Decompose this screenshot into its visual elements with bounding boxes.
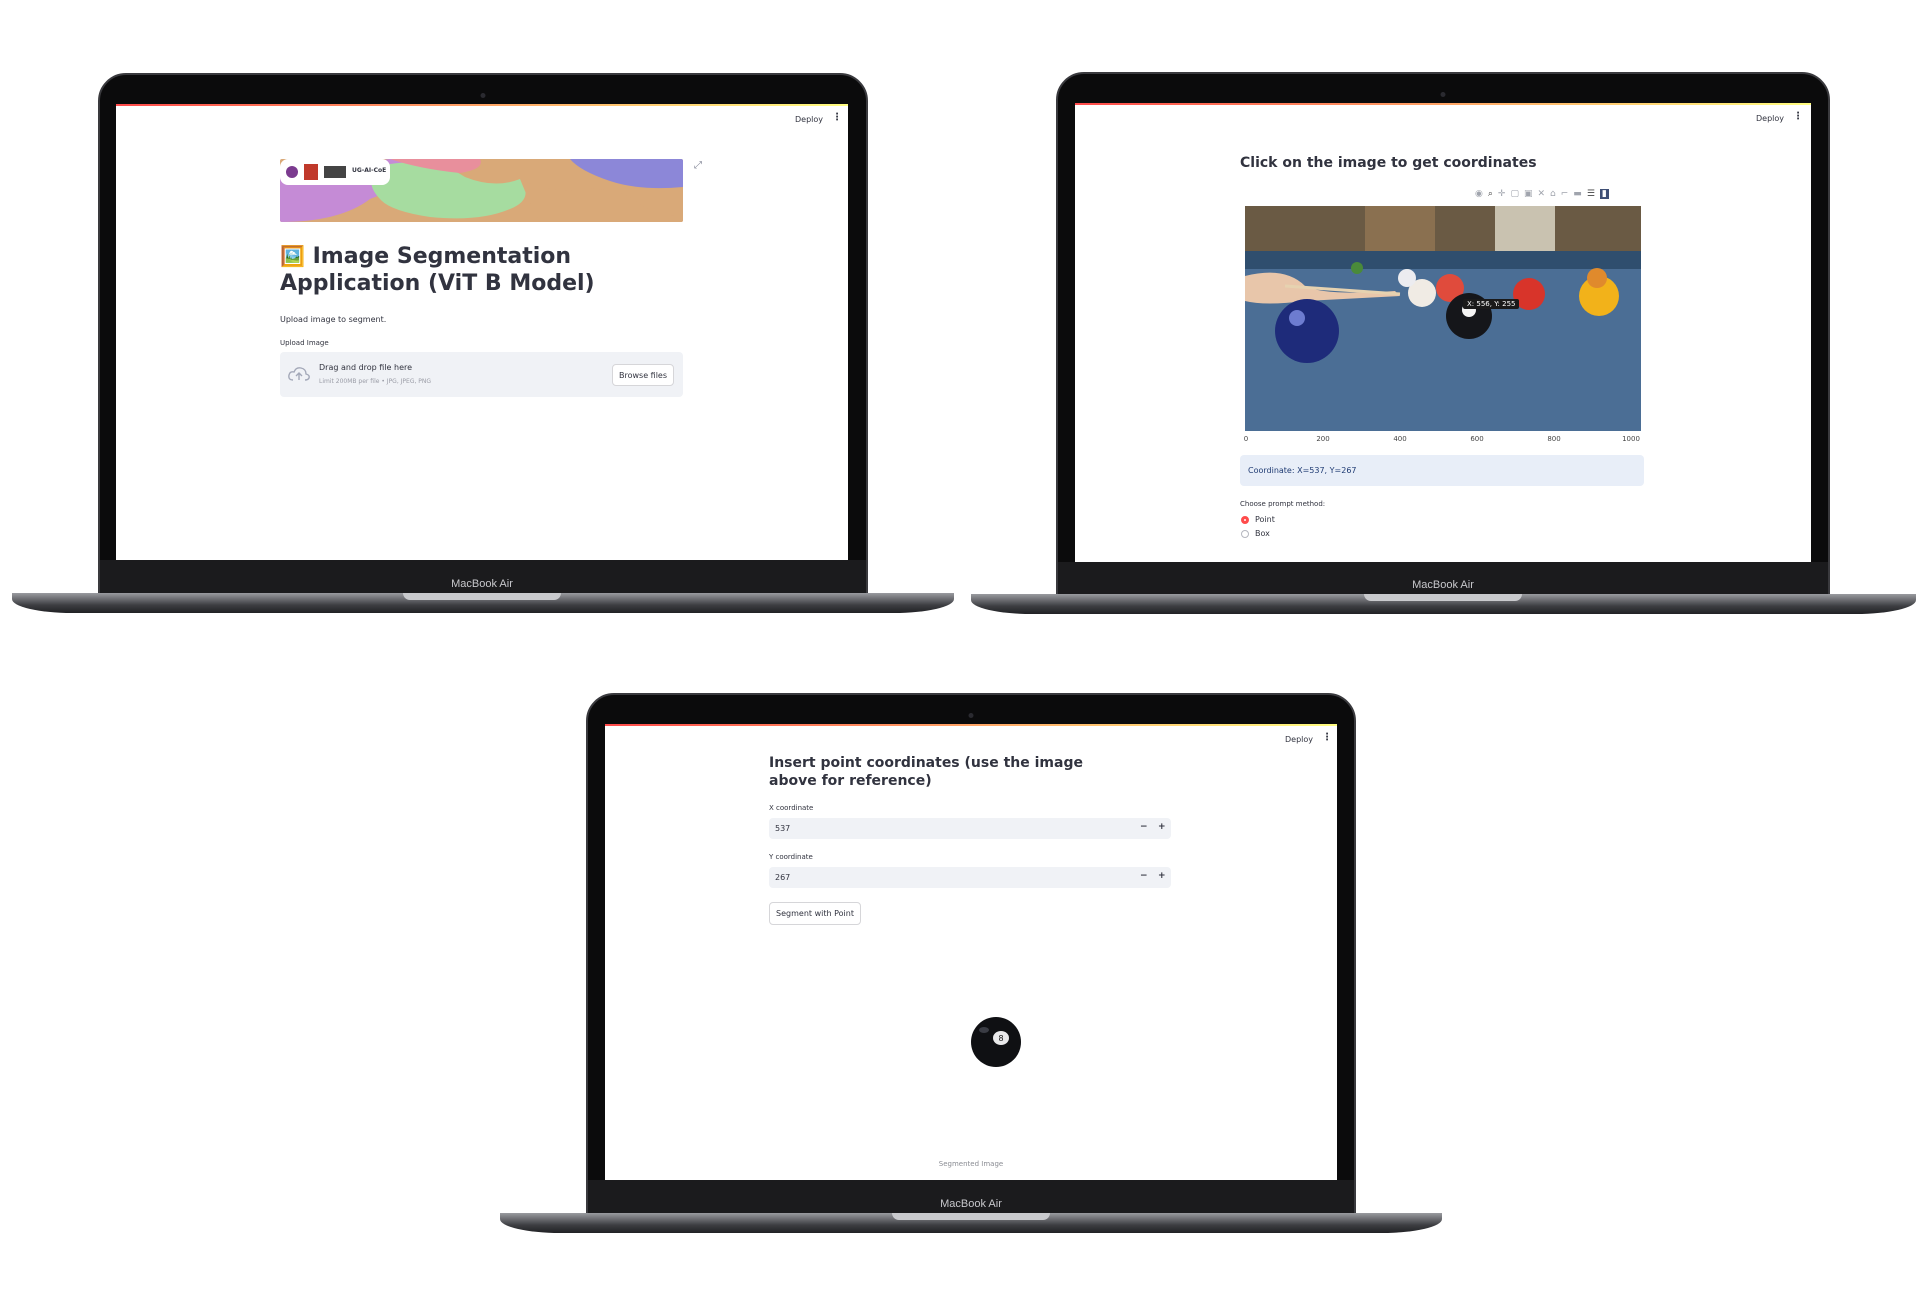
file-dropzone[interactable]: Drag and drop file here Limit 200MB per … (280, 352, 683, 397)
x-increment-button[interactable]: + (1158, 822, 1166, 832)
y-decrement-button[interactable]: − (1140, 871, 1148, 881)
deploy-button[interactable]: Deploy (1756, 114, 1784, 123)
kebab-menu-icon[interactable]: ⋮ (832, 112, 842, 123)
x-tick: 400 (1393, 435, 1407, 443)
top-decoration (116, 104, 848, 106)
deploy-button[interactable]: Deploy (1285, 735, 1313, 744)
laptop-notch (1364, 594, 1522, 601)
brand-label: MacBook Air (1412, 579, 1474, 591)
brand-label: MacBook Air (451, 578, 513, 590)
radio-point[interactable] (1241, 516, 1249, 524)
y-coordinate-value[interactable]: 267 (775, 873, 790, 882)
coordinate-info-box: Coordinate: X=537, Y=267 (1240, 455, 1644, 486)
x-coordinate-label: X coordinate (769, 804, 814, 812)
segmented-image-caption: Segmented Image (938, 1160, 1004, 1168)
laptop-notch (892, 1213, 1050, 1220)
spike-icon[interactable]: ⌐ (1561, 189, 1569, 199)
laptop-notch (403, 593, 561, 600)
zoom-icon[interactable]: ⌕ (1488, 189, 1493, 199)
autoscale-icon[interactable]: ✕ (1537, 189, 1545, 199)
subtitle: Upload image to segment. (280, 315, 387, 324)
camera (968, 713, 974, 718)
pan-icon[interactable]: ✛ (1498, 189, 1506, 199)
title-image-icon: 🖼️ (280, 244, 305, 268)
banner-graphic (280, 159, 683, 222)
x-tick: 600 (1470, 435, 1484, 443)
top-decoration (605, 724, 1337, 726)
radio-box[interactable] (1241, 530, 1249, 538)
laptop-2: Deploy ⋮ Click on the image to get coord… (960, 0, 1920, 620)
plotly-logo-icon[interactable]: ▮ (1599, 189, 1609, 199)
x-coordinate-input[interactable]: 537 − + (769, 818, 1171, 839)
radio-point-label[interactable]: Point (1255, 515, 1275, 524)
browse-files-button[interactable]: Browse files (612, 364, 674, 386)
camera (1440, 92, 1446, 97)
section-heading: Click on the image to get coordinates (1240, 155, 1537, 171)
section-heading: Insert point coordinates (use the image … (769, 755, 1083, 790)
x-tick: 800 (1547, 435, 1561, 443)
expand-icon[interactable]: ⤢ (694, 160, 702, 171)
prompt-method-label: Choose prompt method: (1240, 500, 1326, 508)
laptop-1: Deploy ⋮ UG-AI-CoE ⤢ 🖼️ Image Segmentati… (0, 0, 960, 620)
compare-icon[interactable]: ▬ (1573, 189, 1582, 199)
title-text: Image Segmentation Application (ViT B Mo… (280, 244, 595, 296)
app-screen-upload: Deploy ⋮ UG-AI-CoE ⤢ 🖼️ Image Segmentati… (116, 104, 848, 560)
coordinate-text: Coordinate: X=537, Y=267 (1248, 466, 1357, 475)
segmented-ball-image: 8 (971, 1017, 1021, 1067)
camera-icon[interactable]: ◉ (1475, 189, 1483, 199)
top-decoration (1075, 103, 1811, 105)
upload-label: Upload Image (280, 339, 329, 347)
closest-icon[interactable]: ☰ (1587, 189, 1595, 199)
y-coordinate-input[interactable]: 267 − + (769, 867, 1171, 888)
box-select-icon[interactable]: ▢ (1510, 189, 1519, 199)
svg-text:8: 8 (998, 1034, 1003, 1043)
x-decrement-button[interactable]: − (1140, 822, 1148, 832)
kebab-menu-icon[interactable]: ⋮ (1793, 111, 1803, 122)
segment-with-point-button[interactable]: Segment with Point (769, 902, 861, 925)
pool-table-photo (1245, 206, 1641, 431)
y-coordinate-label: Y coordinate (769, 853, 813, 861)
dropzone-hint: Limit 200MB per file • JPG, JPEG, PNG (319, 378, 432, 385)
lasso-icon[interactable]: ▣ (1524, 189, 1533, 199)
x-tick: 200 (1316, 435, 1330, 443)
dropzone-text: Drag and drop file here (319, 363, 413, 372)
banner-logo-text: UG-AI-CoE (352, 167, 387, 174)
home-icon[interactable]: ⌂ (1550, 189, 1556, 199)
x-tick: 0 (1243, 435, 1249, 443)
app-screen-segment: Deploy ⋮ Insert point coordinates (use t… (605, 724, 1337, 1180)
radio-box-label[interactable]: Box (1255, 529, 1270, 538)
cloud-upload-icon (288, 367, 310, 381)
brand-label: MacBook Air (940, 1198, 1002, 1210)
app-screen-coordinates: Deploy ⋮ Click on the image to get coord… (1075, 103, 1811, 562)
banner-image: UG-AI-CoE (280, 159, 683, 222)
hover-tooltip: X: 556, Y: 255 (1463, 299, 1520, 309)
plot-toolbar: ◉ ⌕ ✛ ▢ ▣ ✕ ⌂ ⌐ ▬ ☰ ▮ (1475, 189, 1609, 199)
x-tick: 1000 (1622, 435, 1640, 443)
y-increment-button[interactable]: + (1158, 871, 1166, 881)
x-coordinate-value[interactable]: 537 (775, 824, 790, 833)
camera (480, 93, 486, 98)
laptop-3: Deploy ⋮ Insert point coordinates (use t… (480, 620, 1442, 1300)
deploy-button[interactable]: Deploy (795, 115, 823, 124)
page-title: 🖼️ Image Segmentation Application (ViT B… (280, 244, 700, 298)
clickable-image-plot[interactable]: X: 556, Y: 255 (1245, 206, 1641, 431)
kebab-menu-icon[interactable]: ⋮ (1322, 732, 1332, 743)
